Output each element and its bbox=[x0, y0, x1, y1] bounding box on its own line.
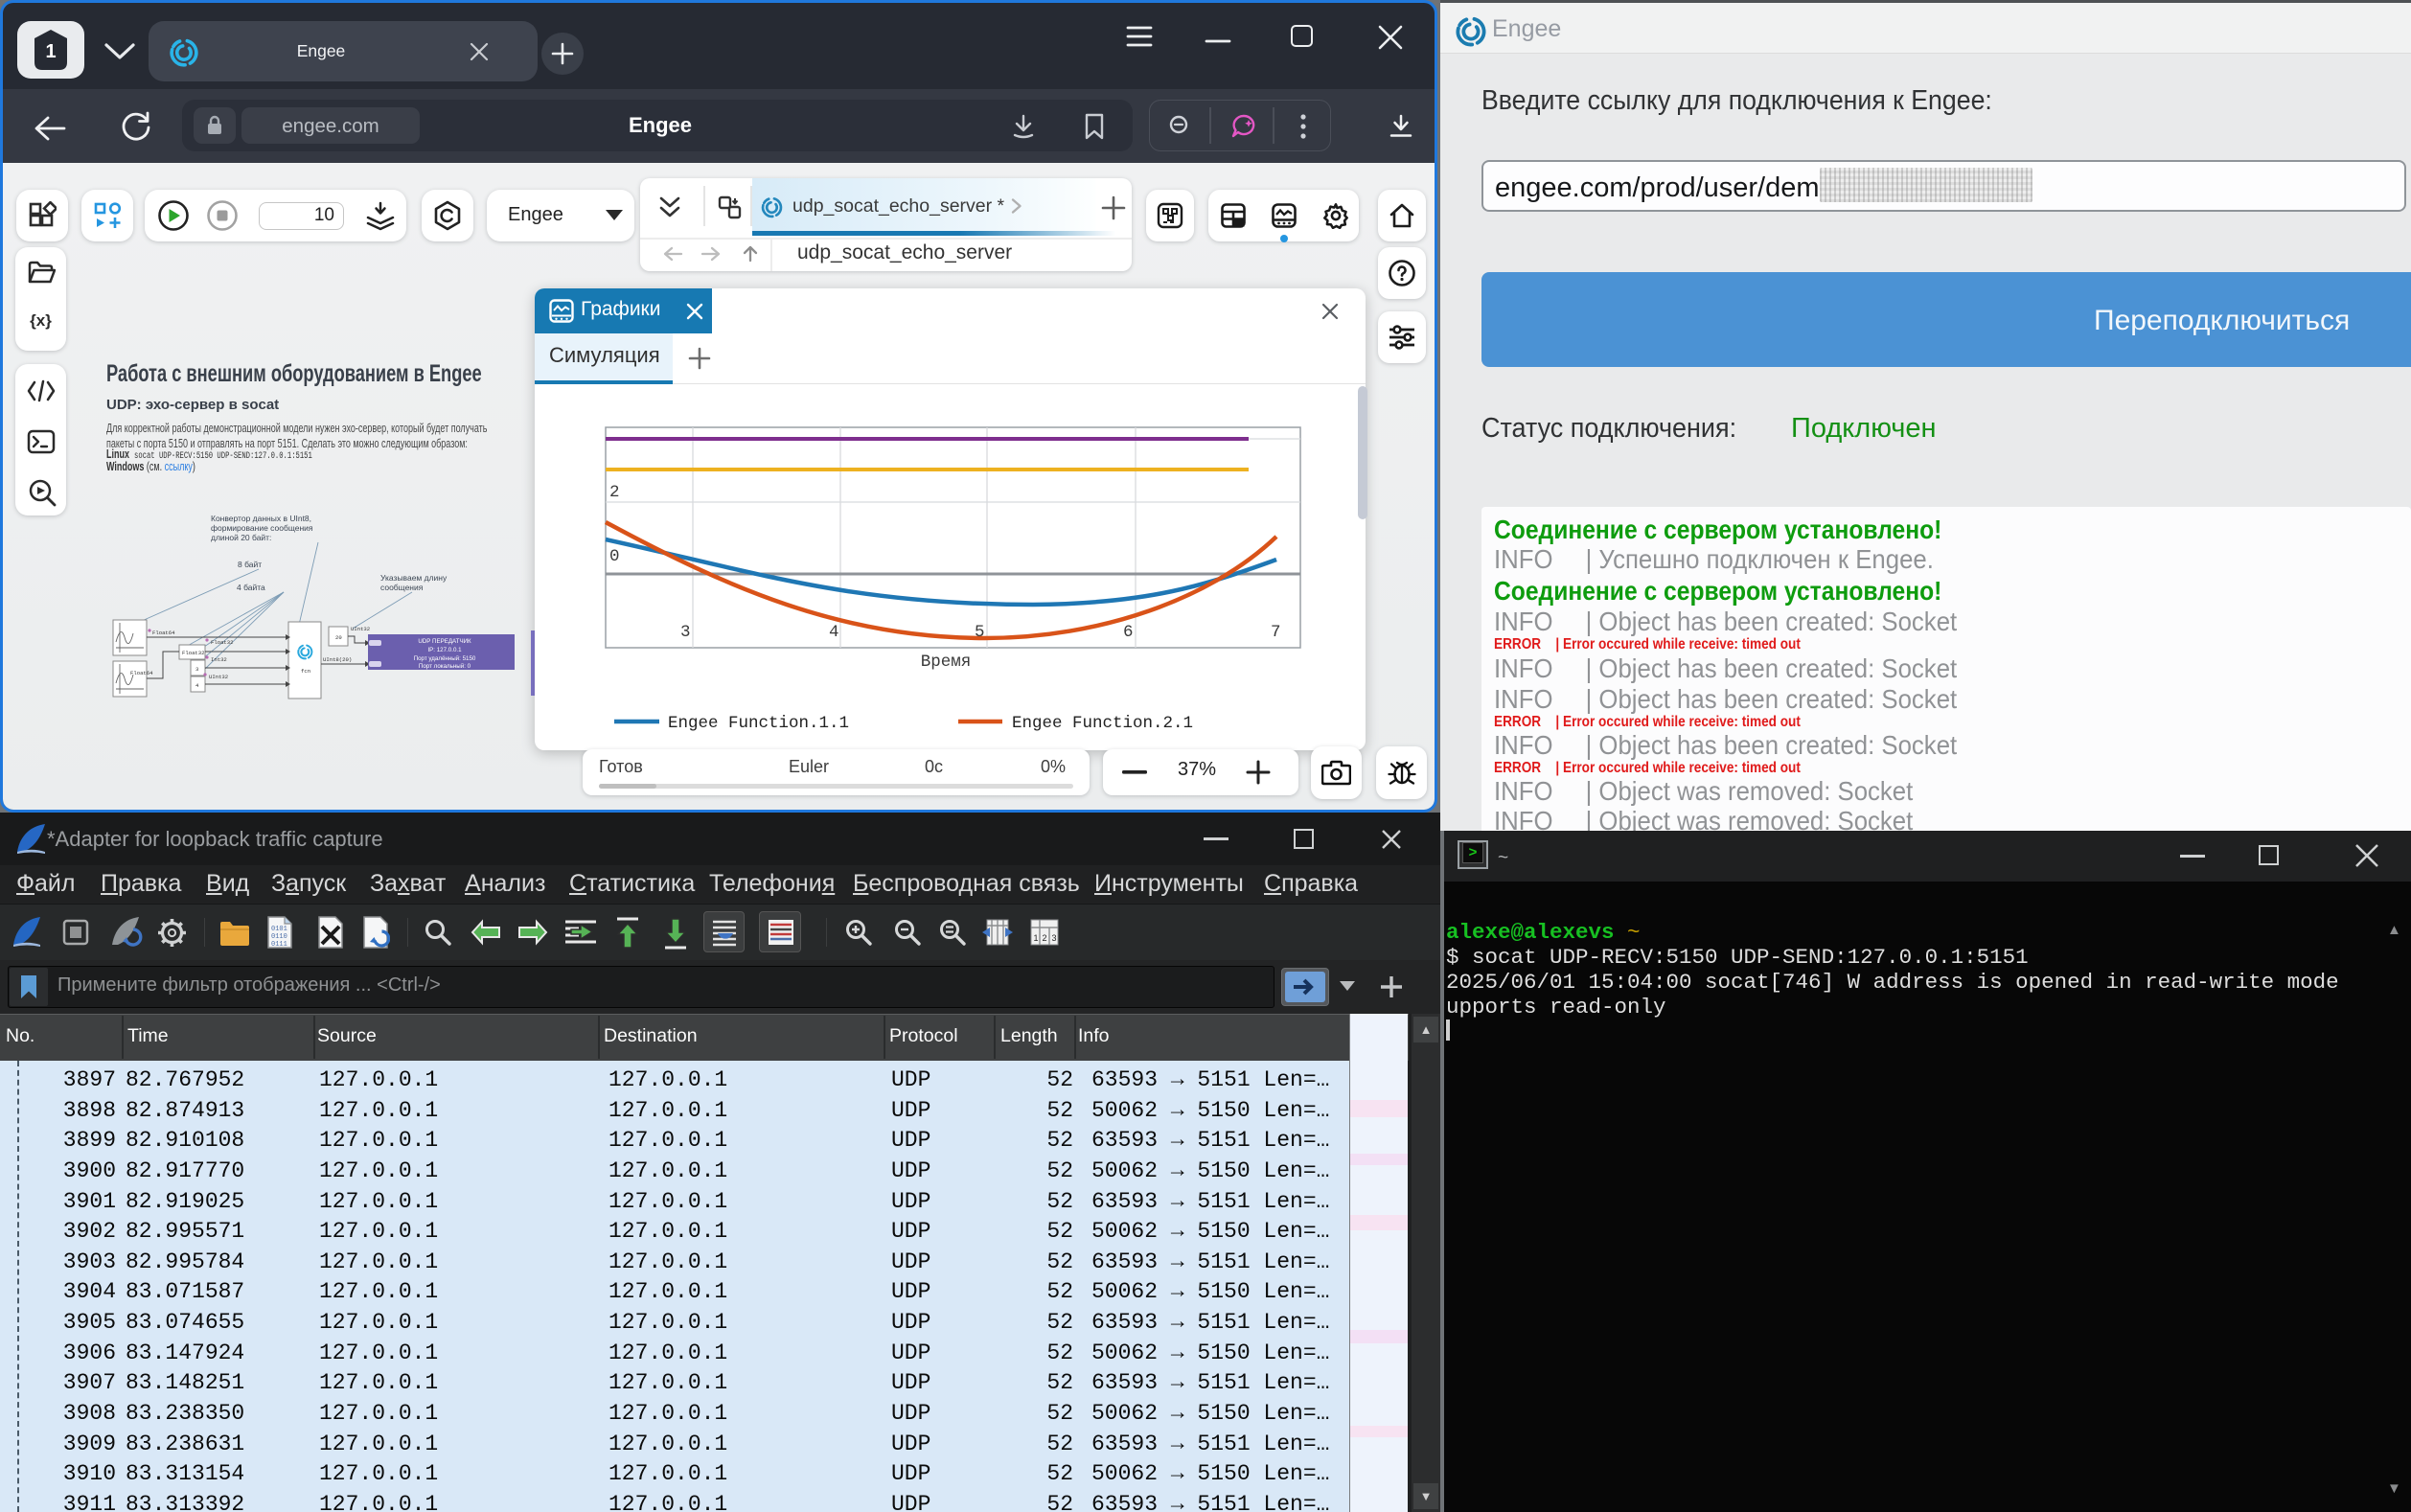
svg-text:Float64: Float64 bbox=[130, 670, 153, 676]
svg-text:Int32: Int32 bbox=[211, 656, 227, 663]
svg-text:20: 20 bbox=[335, 634, 342, 641]
svg-text:Указываем длину: Указываем длину bbox=[380, 573, 448, 583]
svg-text:0: 0 bbox=[609, 547, 620, 566]
svg-text:2: 2 bbox=[1043, 933, 1047, 943]
svg-text:2: 2 bbox=[609, 483, 620, 502]
svg-text:6: 6 bbox=[1123, 623, 1134, 642]
svg-text:Порт локальный: 0: Порт локальный: 0 bbox=[419, 663, 471, 670]
svg-text:сообщения: сообщения bbox=[380, 583, 424, 592]
svg-text:формирование сообщения: формирование сообщения bbox=[211, 523, 313, 533]
svg-text:IP: 127.0.0.1: IP: 127.0.0.1 bbox=[427, 647, 462, 653]
svg-text:UDP ПЕРЕДАТЧИК: UDP ПЕРЕДАТЧИК bbox=[418, 638, 471, 645]
svg-text:3: 3 bbox=[195, 666, 198, 673]
svg-text:UInt8(20): UInt8(20) bbox=[323, 656, 352, 663]
svg-text:0110: 0110 bbox=[271, 933, 287, 941]
svg-text:Float32: Float32 bbox=[182, 650, 205, 656]
svg-text:8 байт: 8 байт bbox=[238, 560, 262, 569]
svg-text:Float64: Float64 bbox=[152, 630, 175, 636]
svg-text:Engee Function.2.1: Engee Function.2.1 bbox=[1012, 714, 1193, 733]
svg-text:Engee Function.1.1: Engee Function.1.1 bbox=[668, 714, 849, 733]
svg-text:Конвертор данных в UInt8,: Конвертор данных в UInt8, bbox=[211, 514, 311, 523]
svg-text:Время: Время bbox=[921, 653, 972, 672]
svg-text:1: 1 bbox=[45, 41, 56, 62]
svg-text:3: 3 bbox=[680, 623, 691, 642]
svg-text:Порт удалённый: 5150: Порт удалённый: 5150 bbox=[414, 655, 476, 662]
svg-text:4: 4 bbox=[829, 623, 839, 642]
svg-text:fcn: fcn bbox=[301, 668, 310, 675]
svg-text:5: 5 bbox=[975, 623, 985, 642]
svg-text:UInt32: UInt32 bbox=[209, 674, 228, 680]
svg-text:4 байта: 4 байта bbox=[237, 583, 265, 592]
svg-text:0101: 0101 bbox=[271, 926, 287, 933]
svg-text:3: 3 bbox=[1052, 933, 1057, 943]
svg-text:Float32: Float32 bbox=[211, 639, 234, 646]
svg-text:UInt32: UInt32 bbox=[351, 626, 370, 632]
svg-text:1: 1 bbox=[1034, 933, 1039, 943]
svg-text:0111: 0111 bbox=[271, 941, 287, 949]
svg-text:длиной 20 байт:: длиной 20 байт: bbox=[211, 533, 271, 542]
svg-text:7: 7 bbox=[1271, 623, 1281, 642]
